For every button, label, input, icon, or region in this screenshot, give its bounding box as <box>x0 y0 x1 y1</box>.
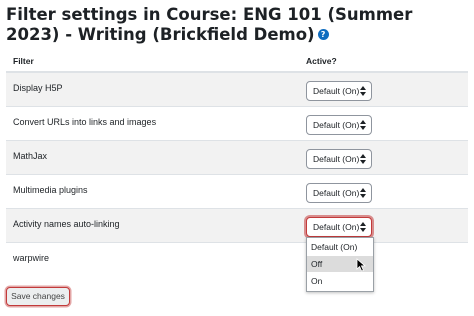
sort-arrows-icon <box>360 222 366 232</box>
table-row: warpwire <box>6 242 468 276</box>
filter-name: MathJax <box>13 151 48 161</box>
table-row: Display H5P Default (On) <box>6 72 468 106</box>
option-on[interactable]: On <box>307 273 373 289</box>
column-header-active: Active? <box>306 56 337 66</box>
table-row: MathJax Default (On) <box>6 140 468 174</box>
select-value: Default (On) <box>313 86 360 96</box>
page-title: Filter settings in Course: ENG 101 (Summ… <box>6 5 468 45</box>
page: Filter settings in Course: ENG 101 (Summ… <box>0 0 474 316</box>
filter-name: warpwire <box>13 253 50 263</box>
table-header-row: Filter Active? <box>6 45 468 72</box>
column-header-filter: Filter <box>13 56 34 66</box>
table-row: Multimedia plugins Default (On) <box>6 174 468 208</box>
filter-state-select[interactable]: Default (On) <box>306 81 372 101</box>
sort-arrows-icon <box>360 154 366 164</box>
table-row: Convert URLs into links and images Defau… <box>6 106 468 140</box>
table-row: Activity names auto-linking Default (On) <box>6 208 468 242</box>
filter-state-select[interactable]: Default (On) <box>306 115 372 135</box>
filter-name: Display H5P <box>13 83 63 93</box>
filter-state-select[interactable]: Default (On) <box>306 183 372 203</box>
filter-state-select[interactable]: Default (On) <box>306 149 372 169</box>
sort-arrows-icon <box>360 120 366 130</box>
sort-arrows-icon <box>360 188 366 198</box>
option-default[interactable]: Default (On) <box>307 239 373 255</box>
question-circle-icon[interactable]: ? <box>317 29 329 40</box>
page-title-text: Filter settings in Course: ENG 101 (Summ… <box>6 5 413 44</box>
save-changes-button[interactable]: Save changes <box>6 287 70 306</box>
filter-table: Filter Active? Display H5P Default (On) … <box>6 45 468 276</box>
filter-name: Activity names auto-linking <box>13 219 120 229</box>
sort-arrows-icon <box>360 86 366 96</box>
select-value: Default (On) <box>313 188 360 198</box>
mouse-pointer-icon <box>356 258 367 272</box>
select-value: Default (On) <box>313 154 360 164</box>
select-value: Default (On) <box>313 120 360 130</box>
filter-state-select-open[interactable]: Default (On) <box>306 217 372 237</box>
filter-name: Multimedia plugins <box>13 185 88 195</box>
select-value: Default (On) <box>313 222 360 232</box>
filter-name: Convert URLs into links and images <box>13 117 157 127</box>
